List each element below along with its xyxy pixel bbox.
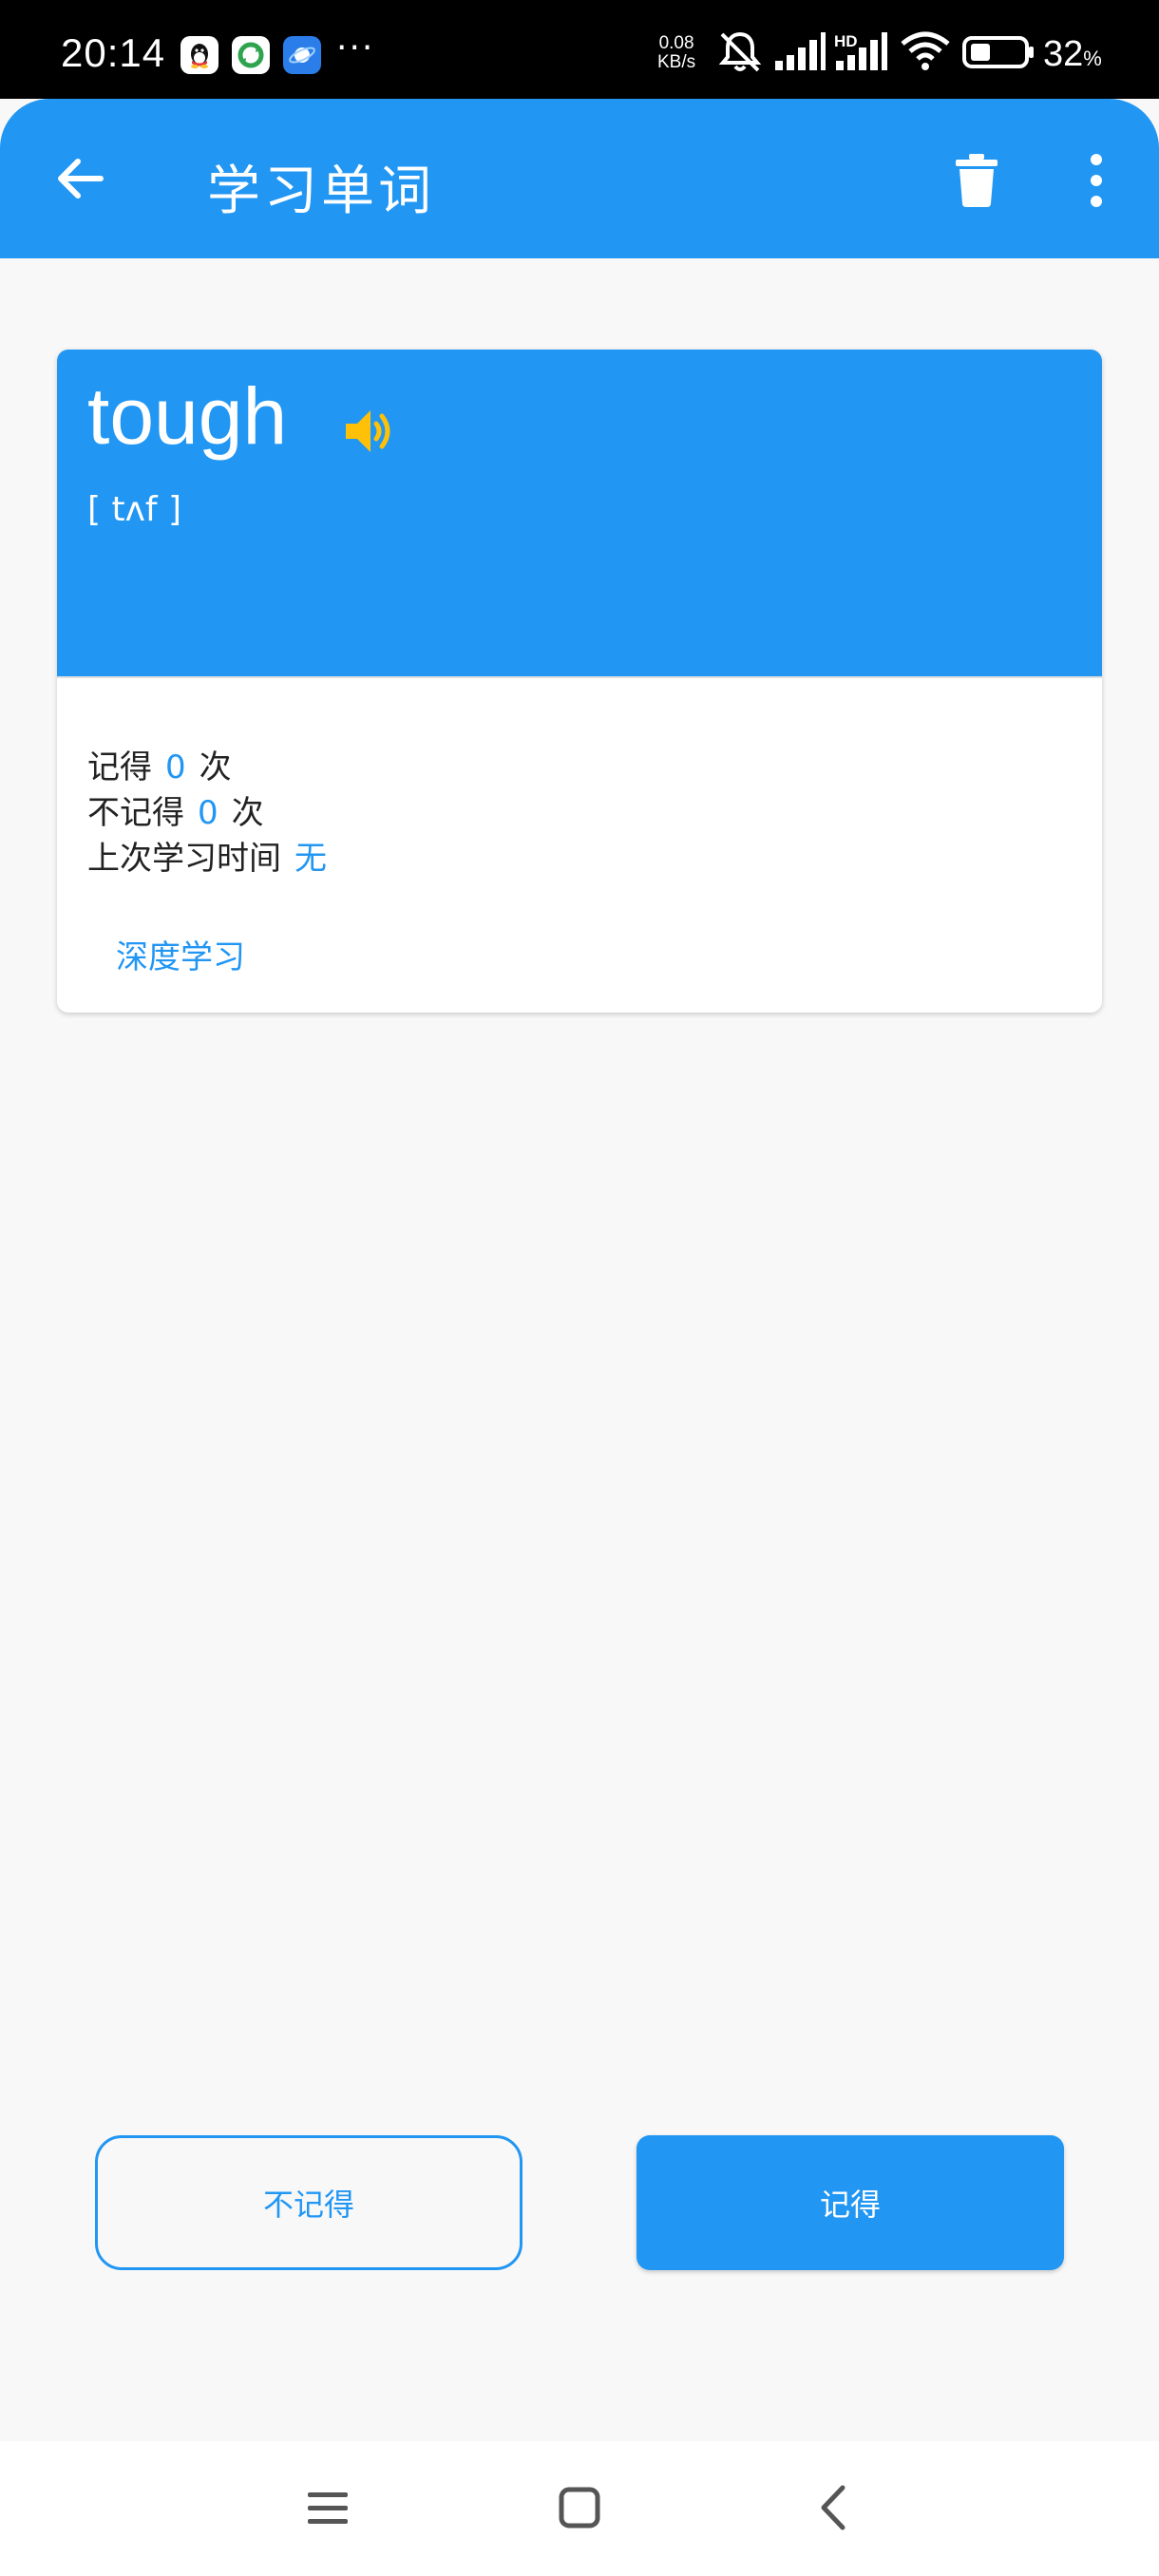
word-card: tough [ tʌf ] 记得 0 次 不记得 0 次 上次学习时间无 深度学习: [57, 350, 1102, 1013]
last-study-time-label: 上次学习时间: [87, 840, 281, 878]
net-speed: 0.08 KB/s: [657, 34, 695, 72]
phonetic-text: [ tʌf ]: [87, 490, 182, 529]
remember-button[interactable]: 记得: [636, 2135, 1064, 2270]
recent-apps-button[interactable]: [285, 2470, 370, 2546]
app-bar: 学习单词: [0, 99, 1159, 258]
pronounce-button[interactable]: [332, 393, 408, 469]
signal-icon: [775, 32, 826, 70]
status-bar: 20:14 ··· 0.08 KB/s HD 32%: [0, 0, 1159, 99]
word-text: tough: [87, 371, 288, 461]
sync-icon: [232, 36, 270, 74]
more-notifications: ···: [336, 28, 375, 67]
battery-percent-unit: %: [1083, 47, 1102, 70]
signal-hd-icon: [836, 32, 887, 70]
planet-icon: [283, 36, 321, 74]
word-card-header: tough [ tʌf ]: [57, 350, 1102, 676]
net-speed-unit: KB/s: [657, 52, 696, 72]
qq-icon: [180, 36, 218, 74]
navigation-bar: [0, 2441, 1159, 2576]
status-time: 20:14: [61, 30, 166, 75]
system-back-button[interactable]: [790, 2470, 876, 2546]
home-square-icon: [559, 2487, 600, 2529]
word-card-body: 记得 0 次 不记得 0 次 上次学习时间无 深度学习: [57, 676, 1102, 1013]
battery-percent: 32%: [1043, 34, 1102, 75]
net-speed-value: 0.08: [658, 33, 694, 53]
battery-percent-value: 32: [1043, 34, 1084, 74]
deep-study-link[interactable]: 深度学习: [116, 931, 245, 977]
more-vert-icon: [1091, 154, 1102, 207]
forget-button[interactable]: 不记得: [95, 2135, 522, 2270]
page-title: 学习单词: [207, 161, 435, 222]
more-options-button[interactable]: [1058, 142, 1134, 218]
remember-unit: 次: [199, 748, 232, 786]
last-study-time-value: 无: [294, 840, 327, 878]
last-study-time-stat: 上次学习时间无: [87, 832, 340, 879]
speaker-icon: [346, 410, 390, 452]
remember-count: 0: [165, 748, 186, 786]
home-button[interactable]: [537, 2470, 622, 2546]
forget-count: 0: [198, 794, 218, 832]
forget-stat: 不记得 0 次: [87, 786, 264, 833]
battery-icon: [962, 36, 1034, 68]
mute-bell-icon: [718, 31, 762, 72]
trash-icon: [956, 154, 998, 207]
remember-stat-label: 记得: [87, 748, 152, 786]
back-button[interactable]: [42, 141, 118, 217]
delete-button[interactable]: [939, 142, 1015, 218]
remember-stat: 记得 0 次: [87, 741, 232, 787]
menu-icon: [308, 2492, 348, 2524]
back-chevron-icon: [821, 2485, 846, 2530]
back-arrow-icon: [58, 159, 104, 199]
wifi-icon: [901, 31, 950, 70]
forget-unit: 次: [231, 794, 264, 832]
forget-stat-label: 不记得: [87, 794, 184, 832]
